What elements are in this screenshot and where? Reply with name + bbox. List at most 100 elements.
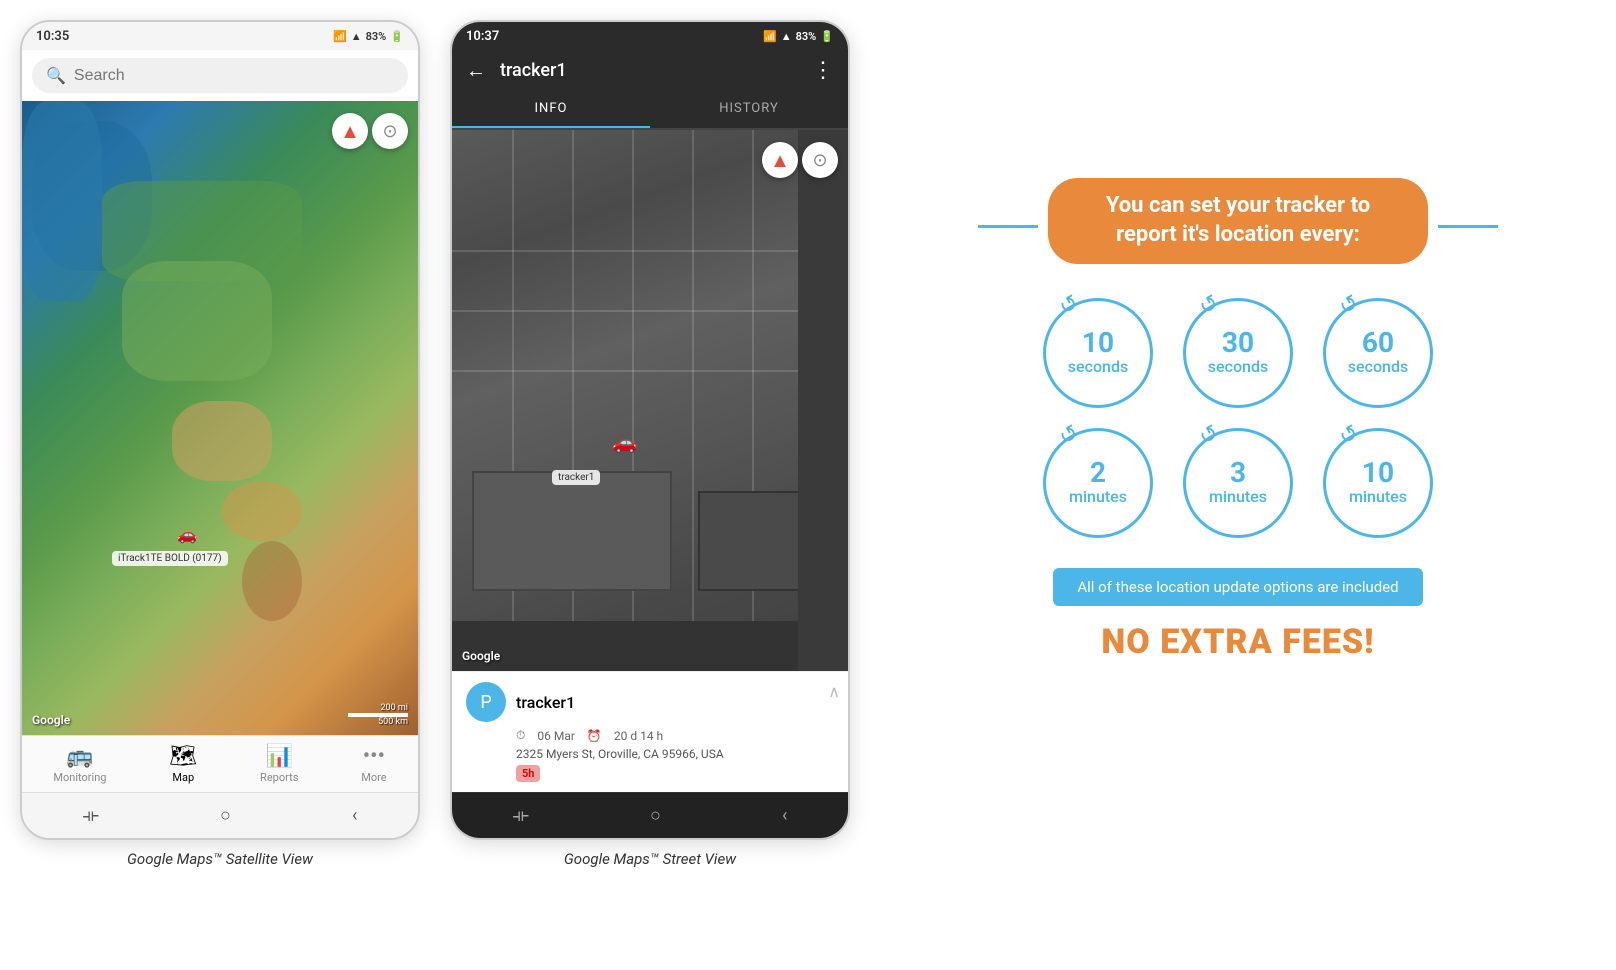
- nav-more-label: More: [361, 771, 386, 784]
- tracker-label-1: iTrack1TE BOLD (0177): [112, 551, 228, 566]
- navigate-btn-1[interactable]: ⊙: [372, 113, 408, 149]
- circle-bubble-10sec: ↺ 10 seconds: [1043, 298, 1153, 408]
- nav-map[interactable]: 🗺 Map: [169, 744, 197, 784]
- infographic-panel: You can set your tracker to report it's …: [880, 20, 1596, 820]
- compass-1[interactable]: ▲: [332, 113, 368, 149]
- circle-number-10sec: 10: [1082, 329, 1114, 357]
- scroll-indicator: ∧: [828, 682, 840, 701]
- tracker-duration: 20 d 14 h: [614, 729, 663, 743]
- sys-back-btn-1[interactable]: ‹: [332, 801, 377, 830]
- more-icon: •••: [363, 744, 385, 769]
- circle-number-2min: 2: [1090, 459, 1106, 487]
- battery-icon-1: 🔋: [390, 30, 404, 43]
- battery-2: 83%: [796, 30, 817, 43]
- map-area-2[interactable]: ▲ ⊙ 🚗 tracker1 Google: [452, 130, 848, 671]
- google-watermark-1: Google: [32, 713, 70, 727]
- battery-1: 83%: [366, 30, 387, 43]
- nav-monitoring-label: Monitoring: [53, 771, 106, 784]
- bottom-nav-1: 🚌 Monitoring 🗺 Map 📊 Reports ••• More: [22, 735, 418, 792]
- circle-30sec: ↺ 30 seconds: [1183, 298, 1293, 408]
- scale-500km: 500 km: [378, 717, 408, 727]
- clock-icon: ⏱: [516, 728, 525, 743]
- tab-history[interactable]: HISTORY: [650, 91, 848, 128]
- sys-nav-1: ⟛ ○ ‹: [22, 792, 418, 838]
- tracker-name-text: tracker1: [516, 693, 575, 712]
- circle-number-3min: 3: [1230, 459, 1246, 487]
- circle-unit-30sec: seconds: [1208, 357, 1268, 376]
- tracker-avatar-icon: P: [480, 692, 491, 713]
- phone2-caption: Google Maps™ Street View: [564, 850, 736, 868]
- sys-home-btn-2[interactable]: ○: [630, 801, 681, 830]
- circles-grid: ↺ 10 seconds ↺ 30 seconds ↺ 60 seconds: [1043, 298, 1433, 538]
- circle-unit-2min: minutes: [1069, 487, 1127, 506]
- circle-unit-10sec: seconds: [1068, 357, 1128, 376]
- circle-arrow-10sec: ↺: [1055, 290, 1083, 321]
- circle-arrow-10min: ↺: [1335, 420, 1363, 451]
- nav-reports-label: Reports: [260, 771, 298, 784]
- battery-icon-2: 🔋: [820, 30, 834, 43]
- circle-number-60sec: 60: [1362, 329, 1394, 357]
- nav-monitoring[interactable]: 🚌 Monitoring: [53, 744, 106, 784]
- title-line-left: [978, 225, 1038, 228]
- included-text: All of these location update options are…: [1053, 568, 1422, 606]
- navigate-btn-2[interactable]: ⊙: [802, 142, 838, 178]
- nav-more[interactable]: ••• More: [361, 744, 386, 784]
- sys-menu-btn-1[interactable]: ⟛: [63, 801, 119, 830]
- circle-bubble-30sec: ↺ 30 seconds: [1183, 298, 1293, 408]
- status-time-1: 10:35: [36, 29, 69, 44]
- circle-bubble-10min: ↺ 10 minutes: [1323, 428, 1433, 538]
- status-bar-1: 10:35 📶 ▲ 83% 🔋: [22, 22, 418, 50]
- search-bar[interactable]: 🔍: [32, 58, 408, 93]
- circle-arrow-2min: ↺: [1055, 420, 1083, 451]
- circle-number-30sec: 30: [1222, 329, 1254, 357]
- tracker-meta: ⏱ 06 Mar ⏰ 20 d 14 h: [516, 728, 834, 743]
- sys-home-btn-1[interactable]: ○: [200, 801, 251, 830]
- map-area-1[interactable]: ▲ ⊙ 🚗 iTrack1TE BOLD (0177) Google 200 m…: [22, 101, 418, 735]
- status-time-2: 10:37: [466, 29, 499, 44]
- tracker-date: 06 Mar: [537, 729, 575, 743]
- phone2-header: ← tracker1 ⋮: [452, 50, 848, 91]
- sys-back-btn-2[interactable]: ‹: [762, 801, 807, 830]
- sys-nav-2: ⟛ ○ ‹: [452, 792, 848, 838]
- circle-unit-60sec: seconds: [1348, 357, 1408, 376]
- circle-arrow-60sec: ↺: [1335, 290, 1363, 321]
- signal-icon-1: 📶: [333, 30, 347, 43]
- wifi-icon-2: ▲: [781, 30, 792, 43]
- tracker-info-row: P tracker1 ∧: [466, 682, 834, 722]
- tab-info[interactable]: INFO: [452, 91, 650, 128]
- nav-reports[interactable]: 📊 Reports: [260, 744, 298, 784]
- circle-unit-3min: minutes: [1209, 487, 1267, 506]
- title-line-right: [1438, 225, 1498, 228]
- phone1: 10:35 📶 ▲ 83% 🔋 🔍: [20, 20, 420, 840]
- status-bar-2: 10:37 📶 ▲ 83% 🔋: [452, 22, 848, 50]
- circle-bubble-3min: ↺ 3 minutes: [1183, 428, 1293, 538]
- scale-200mi: 200 mi: [381, 703, 409, 713]
- car-marker-2: 🚗: [612, 430, 637, 454]
- google-watermark-2: Google: [462, 649, 500, 663]
- phone2: 10:37 📶 ▲ 83% 🔋 ← tracker1 ⋮ INFO HISTOR…: [450, 20, 850, 840]
- circle-unit-10min: minutes: [1349, 487, 1407, 506]
- tracker-avatar: P: [466, 682, 506, 722]
- circle-number-10min: 10: [1362, 459, 1394, 487]
- circle-10sec: ↺ 10 seconds: [1043, 298, 1153, 408]
- scale-bar-1: 200 mi 500 km: [348, 703, 408, 727]
- monitoring-icon: 🚌: [66, 744, 93, 769]
- more-button[interactable]: ⋮: [812, 58, 834, 83]
- duration-icon: ⏰: [587, 729, 602, 743]
- status-icons-1: 📶 ▲ 83% 🔋: [333, 30, 404, 43]
- compass-2[interactable]: ▲: [762, 142, 798, 178]
- time-badge: 5h: [516, 765, 540, 782]
- title-row: You can set your tracker to report it's …: [978, 178, 1498, 273]
- car-marker-1: 🚗: [177, 521, 197, 545]
- circle-2min: ↺ 2 minutes: [1043, 428, 1153, 538]
- map-icon: 🗺: [169, 744, 197, 769]
- search-icon: 🔍: [46, 66, 66, 85]
- search-input[interactable]: [74, 67, 394, 85]
- back-button[interactable]: ←: [466, 58, 486, 83]
- tracker-label-2: tracker1: [552, 470, 600, 485]
- nav-map-label: Map: [172, 771, 194, 784]
- status-icons-2: 📶 ▲ 83% 🔋: [763, 30, 834, 43]
- circle-bubble-60sec: ↺ 60 seconds: [1323, 298, 1433, 408]
- sys-menu-btn-2[interactable]: ⟛: [493, 801, 549, 830]
- circle-arrow-30sec: ↺: [1195, 290, 1223, 321]
